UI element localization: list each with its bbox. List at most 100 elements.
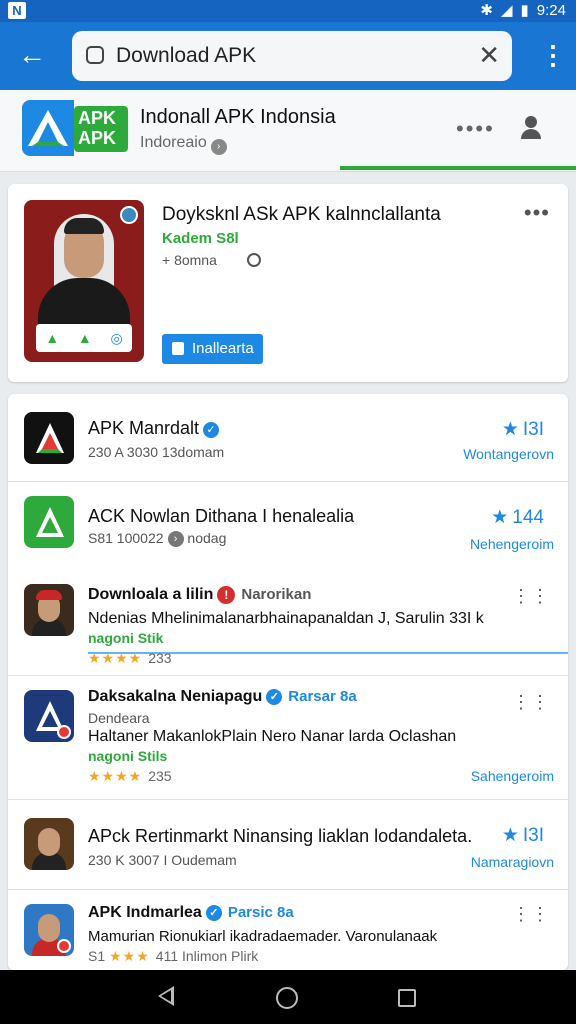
list-item[interactable]: Downloala a lilin! Narorikan Ndenias Mhel… <box>8 570 568 676</box>
app-title: ACK Nowlan Dithana I henalealia <box>88 506 355 526</box>
app-title: Daksakalna Neniapagu ✓ Rarsar 8a <box>88 688 357 706</box>
featured-subtitle: Kadem S8l <box>162 230 239 247</box>
app-notification-icon: N <box>8 2 26 19</box>
rating: ★ 144 <box>491 506 544 529</box>
app-title: APK Indmarlea ✓ Parsic 8a <box>88 904 294 922</box>
bag-icon <box>172 342 184 355</box>
app-title: APck Rertinmarkt Ninansing liaklan lodan… <box>88 826 473 846</box>
star-icon: ★ <box>501 419 519 440</box>
featured-title[interactable]: Doyksknl ASk APK kalnnclallanta <box>162 204 441 226</box>
app-link[interactable]: Namaragiovn <box>471 854 554 870</box>
app-bar: ← Download APK ✕ ⋮ <box>0 22 576 90</box>
app-tag: Rarsar 8a <box>288 688 357 705</box>
results-list: APK Manrdalt ✓ 230 A 3030 13domam ★ I3I Wo… <box>8 394 568 970</box>
verified-icon: ✓ <box>203 422 220 438</box>
results-header: APK APK Indonall APK Indonsia Indoreaio ›… <box>0 90 576 172</box>
app-title-text: APK Manrdalt <box>88 418 200 438</box>
account-icon[interactable] <box>520 116 542 142</box>
header-subtitle-text: Indoreaio <box>140 134 207 151</box>
app-subtitle: 230 K 3007 I Oudemam <box>88 852 237 868</box>
stars: ★★★★ <box>88 650 143 666</box>
star-rating: ★★★★ 233 <box>88 650 172 667</box>
info-icon: › <box>210 139 227 155</box>
featured-card[interactable]: ▲ ▲ ◎ Doyksknl ASk APK kalnnclallanta Ka… <box>8 184 568 382</box>
rating-count: 411 Inlimon Plirk <box>155 948 259 964</box>
search-icon <box>86 46 104 64</box>
logo-text: APK APK <box>74 106 128 152</box>
app-subtitle: S81 100022 › nodag <box>88 530 226 547</box>
app-description: Ndenias Mhelinimalanarbhainapanaldan J, … <box>88 610 484 627</box>
list-item[interactable]: APK Manrdalt ✓ 230 A 3030 13domam ★ I3I Wo… <box>8 394 568 482</box>
more-options-icon[interactable]: ⋮⋮ <box>512 586 550 607</box>
install-button-label: Inallearta <box>192 340 254 357</box>
app-label: nagoni Stik <box>88 630 164 646</box>
clear-icon[interactable]: ✕ <box>478 40 500 71</box>
app-description: Haltaner MakanlokPlain Nero Nanar larda … <box>88 728 457 745</box>
featured-meta: + 8omna <box>162 252 261 268</box>
person-icon: ▲ <box>77 330 92 346</box>
app-subtitle: Dendeara <box>88 710 150 726</box>
loading-progress-bar <box>340 166 576 170</box>
rating-count: 235 <box>148 768 172 784</box>
app-icon <box>24 904 74 956</box>
badge-icon <box>57 725 71 739</box>
list-item[interactable]: APck Rertinmarkt Ninansing liaklan lodan… <box>8 800 568 890</box>
app-description: Mamurian Rionukiarl ikadradaemader. Varo… <box>88 928 438 945</box>
list-item[interactable]: ACK Nowlan Dithana I henalealia S81 1000… <box>8 482 568 654</box>
featured-image: ▲ ▲ ◎ <box>24 200 144 362</box>
app-link[interactable]: Wontangerovn <box>463 446 554 462</box>
nav-home-icon[interactable] <box>276 987 298 1009</box>
app-tag: Narorikan <box>241 586 312 603</box>
badge-icon <box>120 206 138 224</box>
battery-icon: ▮ <box>520 2 529 19</box>
app-link[interactable]: Nehengeroim <box>470 536 554 552</box>
star-rating: S1 ★★★ 411 Inlimon Plirk <box>88 948 258 965</box>
app-icon <box>24 584 74 636</box>
overflow-menu-icon[interactable]: ⋮ <box>540 40 566 72</box>
more-options-icon[interactable]: ⋮⋮ <box>512 904 550 925</box>
status-time: 9:24 <box>536 1 566 19</box>
app-title-text: Daksakalna Neniapagu <box>88 688 263 705</box>
app-icon <box>24 818 74 870</box>
more-options-icon[interactable]: ••• <box>524 200 550 226</box>
featured-meta-text: + 8omna <box>162 252 217 268</box>
list-item[interactable]: Daksakalna Neniapagu ✓ Rarsar 8a Dendeara … <box>8 676 568 800</box>
app-subtitle: S1 <box>88 948 106 964</box>
circle-icon: ◎ <box>110 329 123 346</box>
home-icon: ▲ <box>45 330 60 346</box>
signal-icon: ◢ <box>500 2 513 19</box>
app-title-text: Downloala a lilin <box>88 586 214 603</box>
app-icon <box>24 690 74 742</box>
info-icon: › <box>167 531 184 547</box>
app-subtitle-extra: nodag <box>187 530 227 546</box>
back-arrow-icon[interactable]: ← <box>14 38 50 74</box>
app-title: Downloala a lilin! Narorikan <box>88 586 311 604</box>
search-bar[interactable]: Download APK ✕ <box>72 31 512 81</box>
rating: ★ I3I <box>502 418 544 441</box>
header-subtitle: Indoreaio › <box>140 134 227 155</box>
app-title-text: APK Indmarlea <box>88 904 202 921</box>
app-link[interactable]: Sahengeroim <box>471 768 554 784</box>
header-title: Indonall APK Indonsia <box>140 106 336 128</box>
list-item[interactable]: APK Indmarlea ✓ Parsic 8a Mamurian Rionuki… <box>8 890 568 970</box>
more-dots-icon[interactable]: •••• <box>456 116 495 142</box>
star-icon: ★ <box>501 825 519 846</box>
more-options-icon[interactable]: ⋮⋮ <box>512 692 550 713</box>
nav-recents-icon[interactable] <box>398 989 416 1007</box>
rating-count: 233 <box>148 650 172 666</box>
app-title: APK Manrdalt ✓ <box>88 418 220 439</box>
badge-icon <box>57 939 71 953</box>
verified-icon: ✓ <box>205 905 222 921</box>
system-nav-bar <box>0 970 576 1024</box>
app-logo: APK APK <box>22 100 134 156</box>
rating-value: 144 <box>512 507 544 528</box>
rating-value: I3I <box>522 419 544 440</box>
app-subtitle-text: S81 100022 <box>88 530 164 546</box>
verified-icon: ✓ <box>266 689 283 705</box>
star-rating: ★★★★ 235 <box>88 768 172 785</box>
search-input[interactable]: Download APK <box>116 44 256 68</box>
nav-back-icon[interactable] <box>158 986 174 1006</box>
globe-icon <box>246 253 261 267</box>
stars: ★★★★ <box>88 768 143 784</box>
install-button[interactable]: Inallearta <box>162 334 263 364</box>
